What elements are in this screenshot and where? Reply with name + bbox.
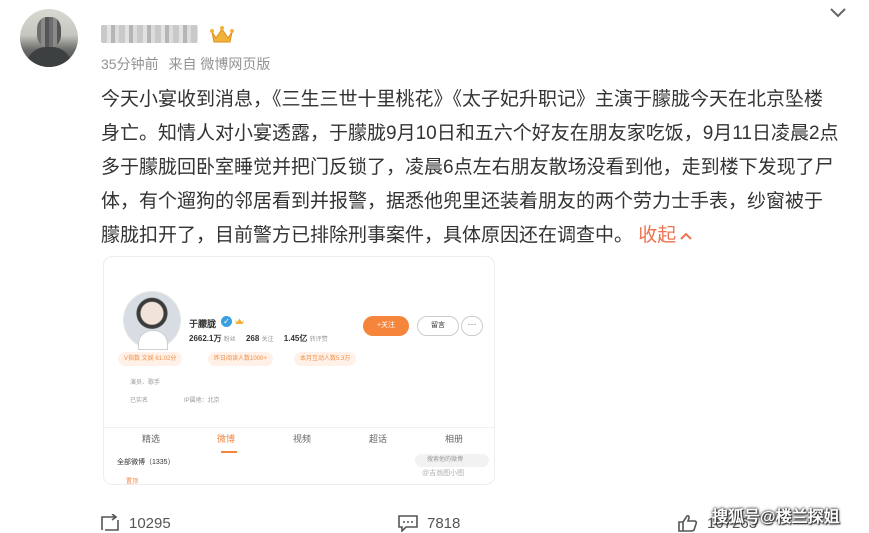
author-name-blurred[interactable] (101, 25, 198, 43)
profile-occupation: 演员、歌手 (130, 380, 161, 386)
repost-icon (101, 513, 119, 531)
pinned-label: 置顶 (126, 479, 139, 484)
crown-icon (235, 318, 244, 324)
profile-tabs: 精选 微博 视频 超话 相册 (104, 427, 494, 453)
post-source: 来自 微博网页版 (168, 56, 271, 72)
profile-tag: V指数 文娱 61.02分 (118, 352, 183, 366)
profile-verified: 已实名 (130, 398, 149, 404)
post-time[interactable]: 35分钟前 (101, 56, 159, 72)
avatar-body (26, 47, 72, 67)
tab-album: 相册 (445, 434, 464, 444)
comment-icon (398, 515, 418, 533)
thumbs-up-icon (678, 514, 698, 532)
profile-stats: 2662.1万 粉丝 268 关注 1.45亿 转评赞 (189, 334, 328, 343)
post-meta: 35分钟前 来自 微博网页版 (101, 54, 276, 74)
post-text: 今天小宴收到消息，《三生三世十里桃花》《太子妃升职记》主演于朦胧今天在北京坠楼身… (101, 83, 841, 253)
author-avatar[interactable] (20, 9, 78, 67)
chevron-up-icon (680, 232, 693, 240)
repost-button[interactable]: 10295 (99, 513, 171, 532)
collapse-label: 收起 (638, 225, 677, 246)
profile-tag: 昨日阅读人数1000+ (208, 352, 273, 366)
active-tab-indicator (221, 451, 237, 453)
comment-count: 7818 (427, 515, 461, 532)
image-watermark: @吉翁图小图 (422, 470, 465, 477)
more-button: ··· (461, 316, 483, 336)
tab-weibo: 微博 (217, 434, 236, 444)
profile-search: 搜索他的微博 (415, 454, 489, 467)
crown-icon (210, 26, 234, 43)
repost-count: 10295 (129, 515, 171, 532)
tab-video: 视频 (293, 434, 312, 444)
profile-screenshot-image[interactable]: 于朦胧 ✓ 2662.1万 粉丝 268 关注 1.45亿 转评赞 +关注 留言… (104, 257, 494, 484)
source-watermark: 搜狐号@楼兰探姐 (712, 509, 840, 526)
post-body: 今天小宴收到消息，《三生三世十里桃花》《太子妃升职记》主演于朦胧今天在北京坠楼身… (101, 89, 839, 246)
tab-featured: 精选 (142, 434, 161, 444)
message-button: 留言 (417, 316, 459, 336)
comment-button[interactable]: 7818 (397, 514, 461, 533)
tab-supertopic: 超话 (369, 434, 388, 444)
profile-tag: 本月互动人数5.3万 (294, 352, 357, 366)
collapse-link[interactable]: 收起 (638, 225, 693, 246)
profile-location: IP属地：北京 (184, 398, 220, 404)
follow-button: +关注 (363, 316, 409, 336)
profile-name: 于朦胧 (189, 319, 217, 329)
chevron-down-icon[interactable] (829, 6, 847, 20)
profile-avatar (123, 291, 181, 350)
all-posts-filter: 全部微博（1335） (117, 459, 175, 466)
verified-icon: ✓ (221, 316, 232, 327)
avatar-face-mosaic (37, 17, 61, 47)
